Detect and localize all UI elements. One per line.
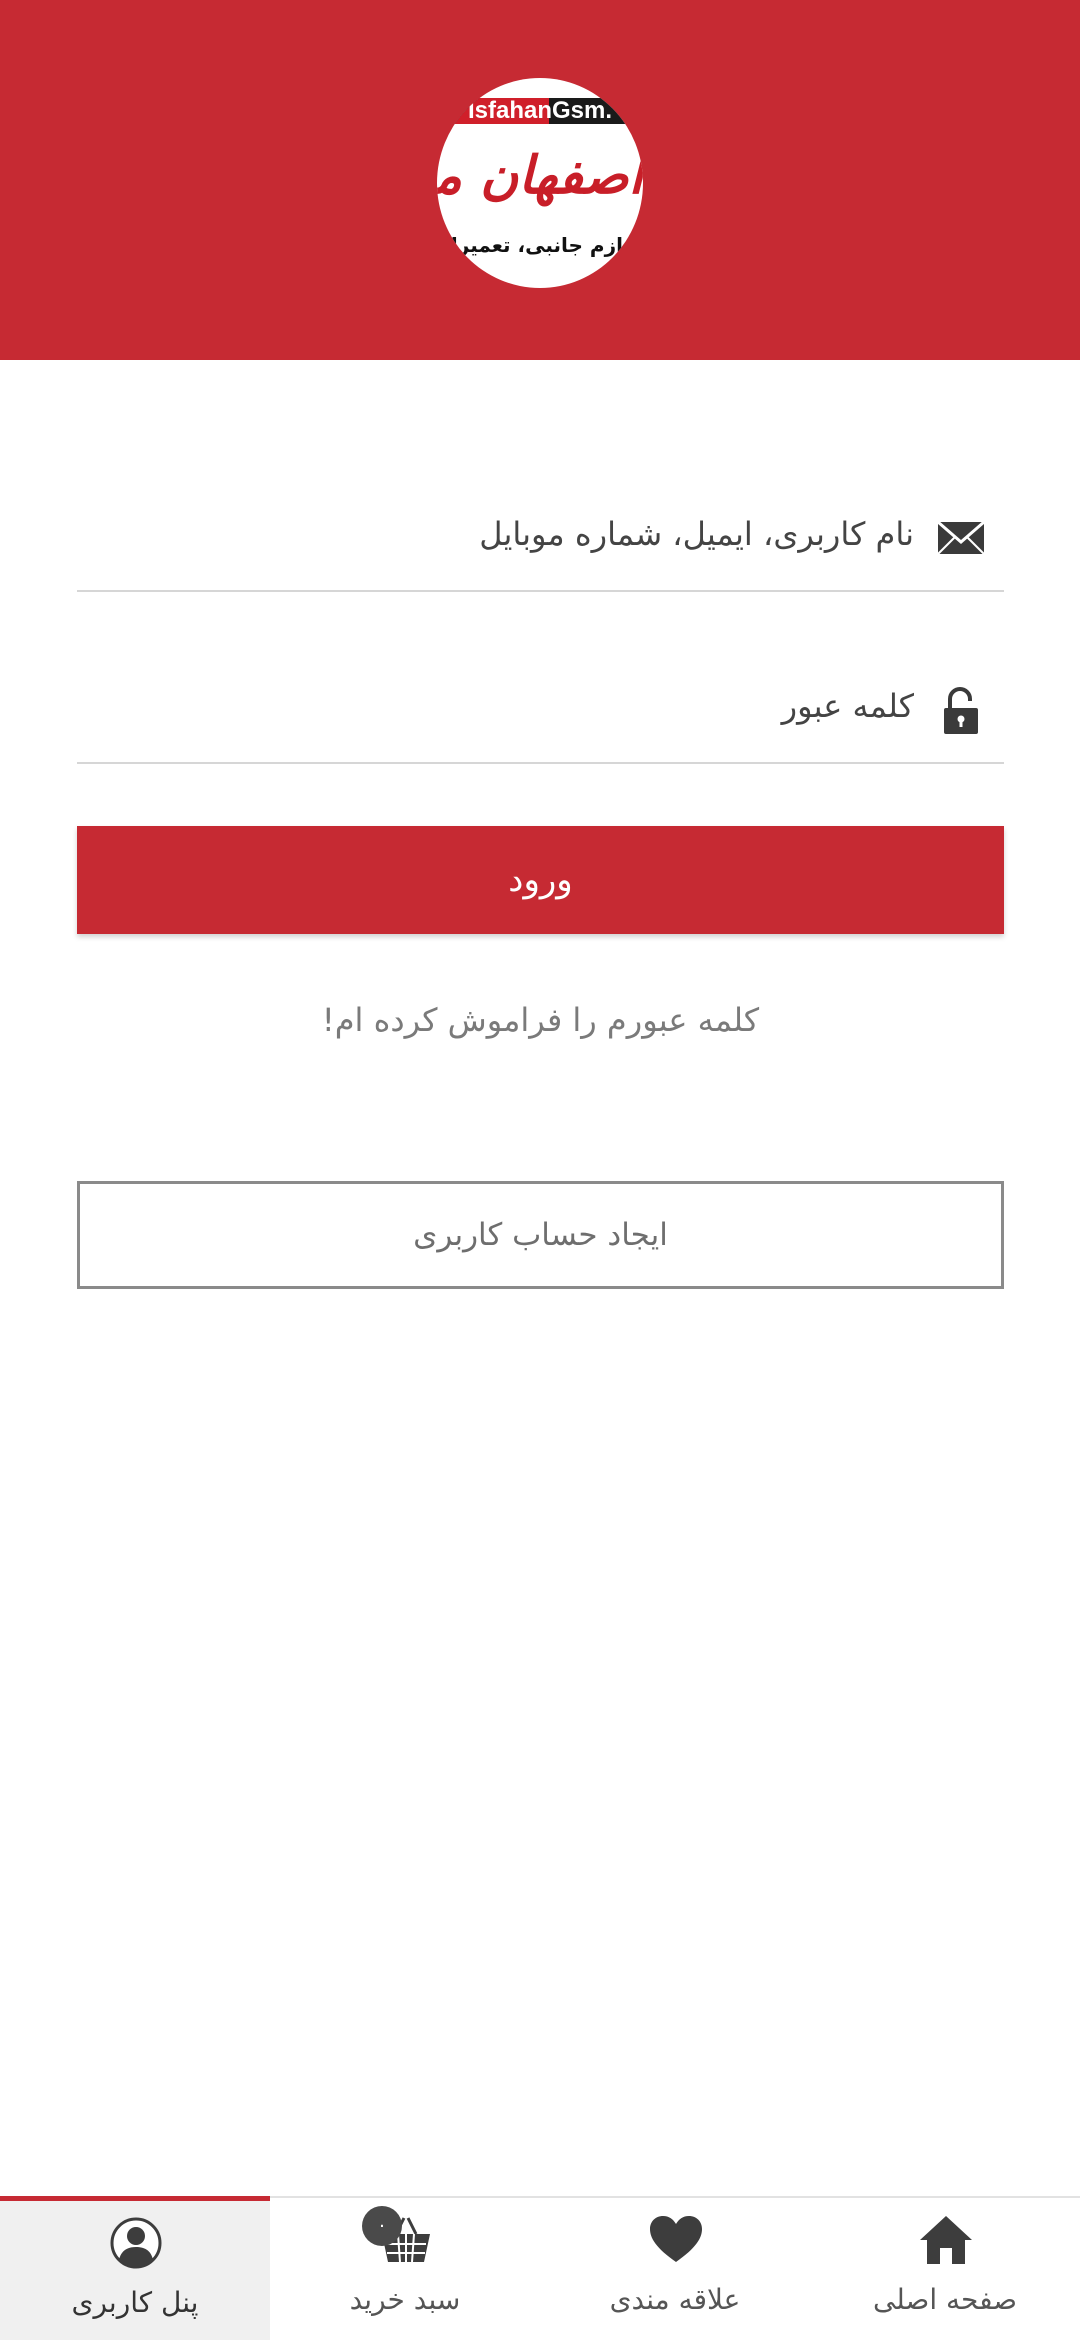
cart-count-badge: ۰ xyxy=(362,2206,402,2246)
nav-label-home: صفحه اصلی xyxy=(872,2283,1018,2316)
password-field xyxy=(77,656,1004,764)
nav-label-cart: سبد خرید xyxy=(349,2283,461,2316)
header-bar: IsfahanGsm. اصفهان موبایل لوازم جانبی، ت… xyxy=(0,0,1080,360)
nav-label-wishlist: علاقه مندی xyxy=(609,2283,741,2316)
username-input[interactable] xyxy=(94,494,914,574)
nav-item-user-panel[interactable]: پنل کاربری xyxy=(0,2196,270,2340)
logo-top-text: IsfahanGsm. xyxy=(467,97,613,124)
nav-label-user-panel: پنل کاربری xyxy=(71,2286,199,2319)
login-button[interactable]: ورود xyxy=(77,826,1004,934)
nav-item-cart[interactable]: ۰ سبد خرید xyxy=(270,2198,540,2340)
nav-item-wishlist[interactable]: علاقه مندی xyxy=(540,2198,810,2340)
bottom-navigation: صفحه اصلی علاقه مندی ۰ سبد خرید پنل کارب xyxy=(0,2196,1080,2340)
logo-bottom-text: لوازم جانبی، تعمیرات xyxy=(437,233,643,257)
heart-icon xyxy=(650,2216,702,2262)
unlocked-padlock-icon xyxy=(944,687,978,734)
store-logo: IsfahanGsm. اصفهان موبایل لوازم جانبی، ت… xyxy=(437,78,643,288)
password-input[interactable] xyxy=(94,666,914,746)
nav-item-home[interactable]: صفحه اصلی xyxy=(810,2198,1080,2340)
envelope-icon xyxy=(937,520,985,555)
username-field xyxy=(77,484,1004,592)
forgot-password-link[interactable]: کلمه عبورم را فراموش کرده ام! xyxy=(77,990,1004,1050)
create-account-button[interactable]: ایجاد حساب کاربری xyxy=(77,1181,1004,1289)
user-icon xyxy=(110,2217,162,2269)
home-icon xyxy=(920,2216,972,2264)
logo-script-text: اصفهان موبایل xyxy=(437,145,643,206)
